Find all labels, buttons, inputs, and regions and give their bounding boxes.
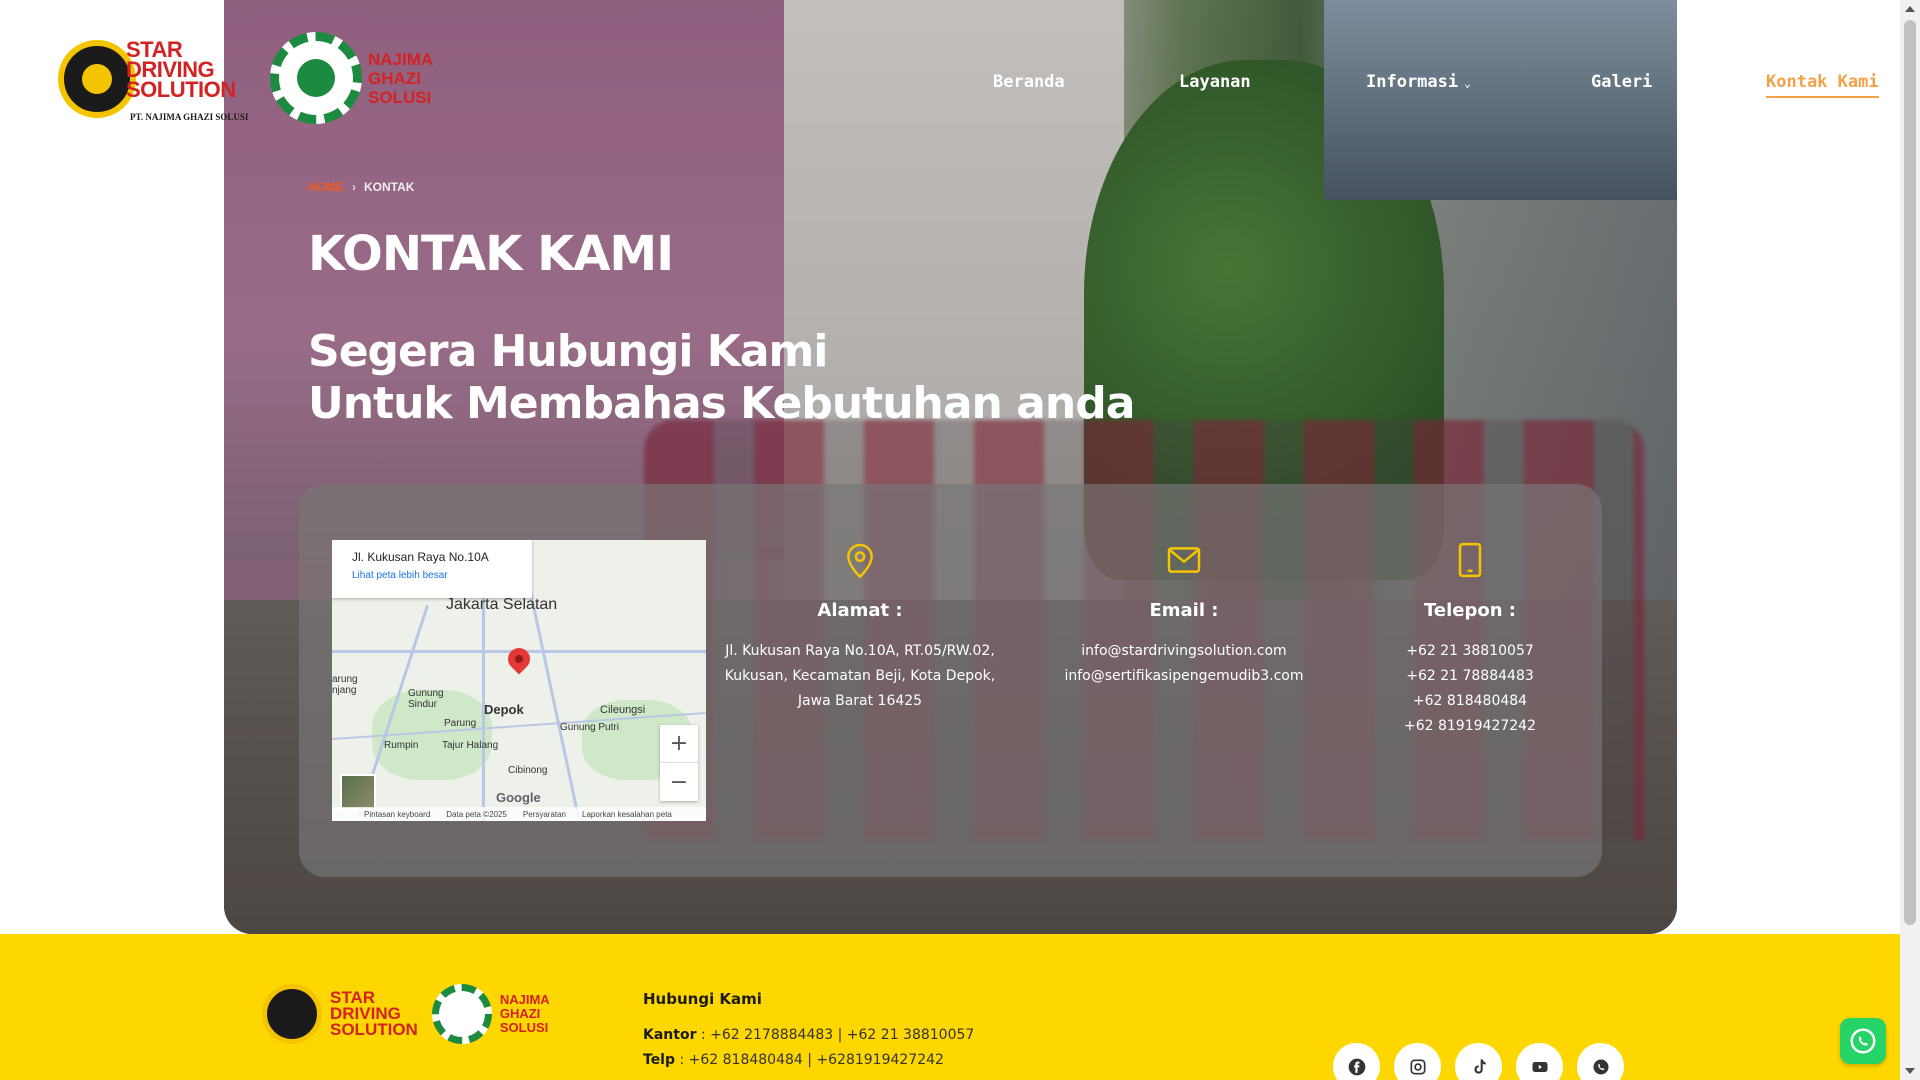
google-logo: Google [496, 790, 541, 805]
footer-telp-label: Telp [643, 1052, 676, 1068]
footer-logo-primary-text: STAR DRIVING SOLUTION [330, 989, 418, 1039]
scroll-down-icon[interactable] [1905, 1068, 1915, 1074]
address-line: Jawa Barat 16425 [797, 693, 923, 709]
footer-logo-secondary-line1: NAJIMA [499, 992, 550, 1007]
map-data-credit: Data peta ©2025 [446, 809, 507, 819]
phone-heading: Telepon : [1423, 600, 1516, 621]
map-label-gunung-sindur: Gunung Sindur [408, 688, 444, 710]
phone-lines: +62 21 38810057 +62 21 78884483 +62 8184… [1320, 639, 1620, 739]
nav-kontak-kami[interactable]: Kontak Kami [1766, 72, 1879, 98]
breadcrumb: Home › Kontak [308, 180, 414, 194]
map-info-box: Jl. Kukusan Raya No.10A Lihat peta lebih… [332, 540, 532, 598]
contact-address: Alamat : Jl. Kukusan Raya No.10A, RT.05/… [710, 540, 1010, 714]
envelope-icon [1167, 547, 1201, 573]
map-label-parung: Parung [444, 718, 477, 729]
contact-email: Email : info@stardrivingsolution.com inf… [1034, 540, 1334, 689]
address-line: Kukusan, Kecamatan Beji, Kota Depok, [724, 668, 996, 684]
map-label-cileungsi: Cileungsi [600, 704, 646, 716]
phone-link[interactable]: +62 21 38810057 [1320, 639, 1620, 664]
chevron-down-icon: ⌄ [1464, 77, 1471, 90]
breadcrumb-home[interactable]: Home [308, 180, 344, 194]
nav-galeri[interactable]: Galeri [1591, 72, 1652, 92]
footer-logo-secondary-line2: GHAZI [499, 1006, 541, 1021]
embedded-map[interactable]: Jakarta Selatan Depok Gunung Sindur Paru… [332, 540, 706, 821]
map-label-tajur-halang: Tajur Halang [442, 740, 499, 751]
logo-primary-subtitle: PT. NAJIMA GHAZI SOLUSI [130, 112, 249, 122]
phone-link[interactable]: +62 818480484 [1320, 689, 1620, 714]
footer-office-value: : +62 2178884483 | +62 21 38810057 [696, 1027, 975, 1043]
logo-secondary-line1: NAJIMA [368, 50, 434, 69]
map-label-gunung-putri: Gunung Putri [560, 722, 619, 733]
zoom-out-button[interactable]: − [660, 763, 698, 801]
social-links [1333, 1043, 1624, 1080]
map-zoom-controls: + − [660, 725, 698, 801]
address-lines: Jl. Kukusan Raya No.10A, RT.05/RW.02, Ku… [710, 639, 1010, 714]
breadcrumb-current: Kontak [364, 180, 415, 194]
page-title: KONTAK KAMI [308, 226, 674, 282]
gear-icon [431, 984, 492, 1044]
map-place-name: Jl. Kukusan Raya No.10A [352, 550, 489, 564]
location-pin-icon [847, 543, 873, 579]
instagram-icon[interactable] [1394, 1043, 1441, 1080]
breadcrumb-separator-icon: › [352, 180, 356, 194]
map-road [527, 582, 580, 818]
nav-beranda[interactable]: Beranda [993, 72, 1065, 92]
map-satellite-toggle[interactable] [340, 774, 376, 810]
phone-icon [1458, 542, 1482, 578]
whatsapp-icon[interactable] [1577, 1043, 1624, 1080]
footer-logo-secondary-text: NAJIMA GHAZI SOLUSI [500, 993, 550, 1035]
hero-headline: Segera Hubungi Kami Untuk Membahas Kebut… [308, 326, 1135, 430]
address-heading: Alamat : [817, 600, 903, 621]
hero-headline-line2: Untuk Membahas Kebutuhan anda [308, 378, 1135, 429]
footer-office-label: Kantor [643, 1027, 697, 1043]
whatsapp-float-button[interactable] [1840, 1018, 1886, 1064]
email-link[interactable]: info@sertifikasipengemudib3.com [1034, 664, 1334, 689]
map-label-cibinong: Cibinong [508, 765, 548, 776]
map-keyboard-shortcuts[interactable]: Pintasan keyboard [364, 810, 430, 819]
phone-link[interactable]: +62 81919427242 [1320, 714, 1620, 739]
nav-informasi-label: Informasi [1366, 72, 1459, 92]
zoom-in-button[interactable]: + [660, 725, 698, 763]
whatsapp-icon [1850, 1028, 1876, 1054]
footer-logo-line3: SOLUTION [330, 1020, 418, 1039]
map-report-link[interactable]: Laporkan kesalahan peta [582, 810, 672, 819]
nav-informasi[interactable]: Informasi ⌄ [1366, 72, 1471, 92]
map-label-rumpin: Rumpin [384, 740, 419, 751]
scroll-up-icon[interactable] [1905, 6, 1915, 12]
hero-headline-line1: Segera Hubungi Kami [308, 326, 828, 377]
footer-logo[interactable]: STAR DRIVING SOLUTION NAJIMA GHAZI SOLUS… [262, 984, 550, 1044]
map-label-depok: Depok [484, 702, 524, 717]
email-link[interactable]: info@stardrivingsolution.com [1034, 639, 1334, 664]
scrollbar-thumb[interactable] [1904, 20, 1916, 925]
footer-mobile-phone: Telp : +62 818480484 | +6281919427242 [643, 1052, 944, 1068]
email-heading: Email : [1149, 600, 1219, 621]
page-scrollbar[interactable] [1900, 0, 1920, 1080]
map-larger-link[interactable]: Lihat peta lebih besar [352, 570, 532, 581]
youtube-icon[interactable] [1516, 1043, 1563, 1080]
footer-heading: Hubungi Kami [643, 990, 762, 1008]
map-label-jakarta-selatan: Jakarta Selatan [446, 596, 558, 613]
main-nav: Beranda Layanan Informasi ⌄ Galeri Kontak… [0, 72, 1920, 102]
map-label-edge: arung njang [332, 674, 358, 696]
map-pin-icon[interactable] [503, 643, 535, 675]
map-terms-link[interactable]: Persyaratan [523, 810, 566, 819]
address-line: Jl. Kukusan Raya No.10A, RT.05/RW.02, [725, 643, 995, 659]
contact-phone: Telepon : +62 21 38810057 +62 21 7888448… [1320, 540, 1620, 739]
phone-link[interactable]: +62 21 78884483 [1320, 664, 1620, 689]
footer-office-phone: Kantor : +62 2178884483 | +62 21 3881005… [643, 1027, 974, 1043]
steering-wheel-icon [262, 984, 322, 1044]
footer-logo-secondary-line3: SOLUSI [499, 1020, 549, 1035]
email-lines: info@stardrivingsolution.com info@sertif… [1034, 639, 1334, 689]
map-footer: Pintasan keyboard Data peta ©2025 Persya… [332, 807, 706, 821]
tiktok-icon[interactable] [1455, 1043, 1502, 1080]
nav-layanan[interactable]: Layanan [1179, 72, 1251, 92]
footer-telp-value: : +62 818480484 | +6281919427242 [675, 1052, 944, 1068]
facebook-icon[interactable] [1333, 1043, 1380, 1080]
